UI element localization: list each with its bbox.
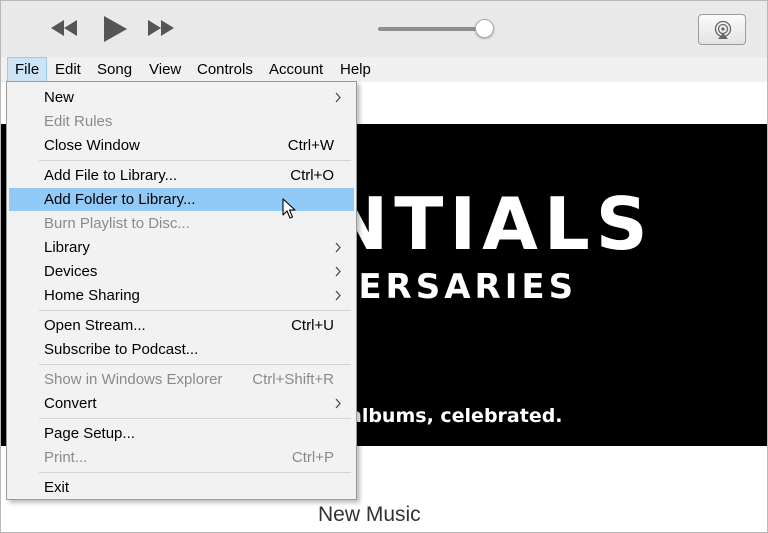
menu-item-label: Library <box>44 239 90 256</box>
menu-item-home-sharing[interactable]: Home Sharing <box>9 284 354 307</box>
menu-separator <box>39 160 351 161</box>
menu-item-label: Page Setup... <box>44 425 135 442</box>
menu-item-label: Subscribe to Podcast... <box>44 341 199 358</box>
menu-item-label: Close Window <box>44 137 140 154</box>
menu-item-add-folder[interactable]: Add Folder to Library... <box>9 188 354 211</box>
menu-item-label: Edit Rules <box>44 113 113 130</box>
section-title: New Music <box>318 503 421 526</box>
menu-item-shortcut: Ctrl+U <box>291 317 334 334</box>
menu-file[interactable]: File <box>7 57 48 82</box>
menu-item-library[interactable]: Library <box>9 236 354 259</box>
file-menu-dropdown: New Edit Rules Close Window Ctrl+W Add F… <box>6 81 357 500</box>
menu-item-label: Add File to Library... <box>44 167 178 184</box>
banner-subtitle: VERSARIES <box>328 267 578 307</box>
menu-item-label: Devices <box>44 263 98 280</box>
rewind-button[interactable] <box>49 18 79 38</box>
menu-item-label: New <box>44 89 75 106</box>
banner-tagline: albums, celebrated. <box>349 405 563 427</box>
fast-forward-button[interactable] <box>146 18 176 38</box>
menu-item-convert[interactable]: Convert <box>9 392 354 415</box>
menu-item-label: Open Stream... <box>44 317 146 334</box>
menu-item-print: Print... Ctrl+P <box>9 446 354 469</box>
menu-edit[interactable]: Edit <box>48 57 88 82</box>
menu-view[interactable]: View <box>142 57 188 82</box>
menu-item-label: Burn Playlist to Disc... <box>44 215 190 232</box>
menu-item-add-file[interactable]: Add File to Library... Ctrl+O <box>9 164 354 187</box>
menu-item-label: Show in Windows Explorer <box>44 371 223 388</box>
itunes-window: File Edit Song View Controls Account Hel… <box>0 0 768 533</box>
menu-item-shortcut: Ctrl+P <box>291 449 334 466</box>
menu-item-new[interactable]: New <box>9 86 354 109</box>
airplay-button[interactable] <box>698 14 746 45</box>
menu-item-shortcut: Ctrl+Shift+R <box>252 371 334 388</box>
menu-help[interactable]: Help <box>333 57 378 82</box>
menu-separator <box>39 364 351 365</box>
menu-separator <box>39 418 351 419</box>
menu-item-label: Home Sharing <box>44 287 140 304</box>
menu-item-shortcut: Ctrl+O <box>290 167 334 184</box>
menu-item-page-setup[interactable]: Page Setup... <box>9 422 354 445</box>
menu-item-show-in-explorer: Show in Windows Explorer Ctrl+Shift+R <box>9 368 354 391</box>
menu-item-devices[interactable]: Devices <box>9 260 354 283</box>
menu-item-label: Print... <box>44 449 88 466</box>
menu-item-exit[interactable]: Exit <box>9 476 354 499</box>
rewind-icon <box>51 20 77 36</box>
menu-separator <box>39 310 351 311</box>
menu-item-burn-playlist: Burn Playlist to Disc... <box>9 212 354 235</box>
menu-account[interactable]: Account <box>262 57 330 82</box>
menu-item-shortcut: Ctrl+W <box>287 137 334 154</box>
menu-controls[interactable]: Controls <box>190 57 260 82</box>
menu-separator <box>39 472 351 473</box>
playback-toolbar <box>1 1 767 58</box>
play-button[interactable] <box>101 14 129 44</box>
menu-bar: File Edit Song View Controls Account Hel… <box>1 57 767 82</box>
menu-item-close-window[interactable]: Close Window Ctrl+W <box>9 134 354 157</box>
volume-slider-knob[interactable] <box>475 19 494 38</box>
fast-forward-icon <box>148 20 174 36</box>
menu-item-open-stream[interactable]: Open Stream... Ctrl+U <box>9 314 354 337</box>
menu-item-edit-rules: Edit Rules <box>9 110 354 133</box>
menu-item-label: Exit <box>44 479 70 496</box>
menu-item-label: Add Folder to Library... <box>44 191 196 208</box>
play-icon <box>104 16 127 42</box>
menu-song[interactable]: Song <box>90 57 139 82</box>
menu-item-subscribe-podcast[interactable]: Subscribe to Podcast... <box>9 338 354 361</box>
banner-title: NTIALS <box>328 182 654 266</box>
menu-item-label: Convert <box>44 395 97 412</box>
airplay-icon <box>714 20 732 39</box>
